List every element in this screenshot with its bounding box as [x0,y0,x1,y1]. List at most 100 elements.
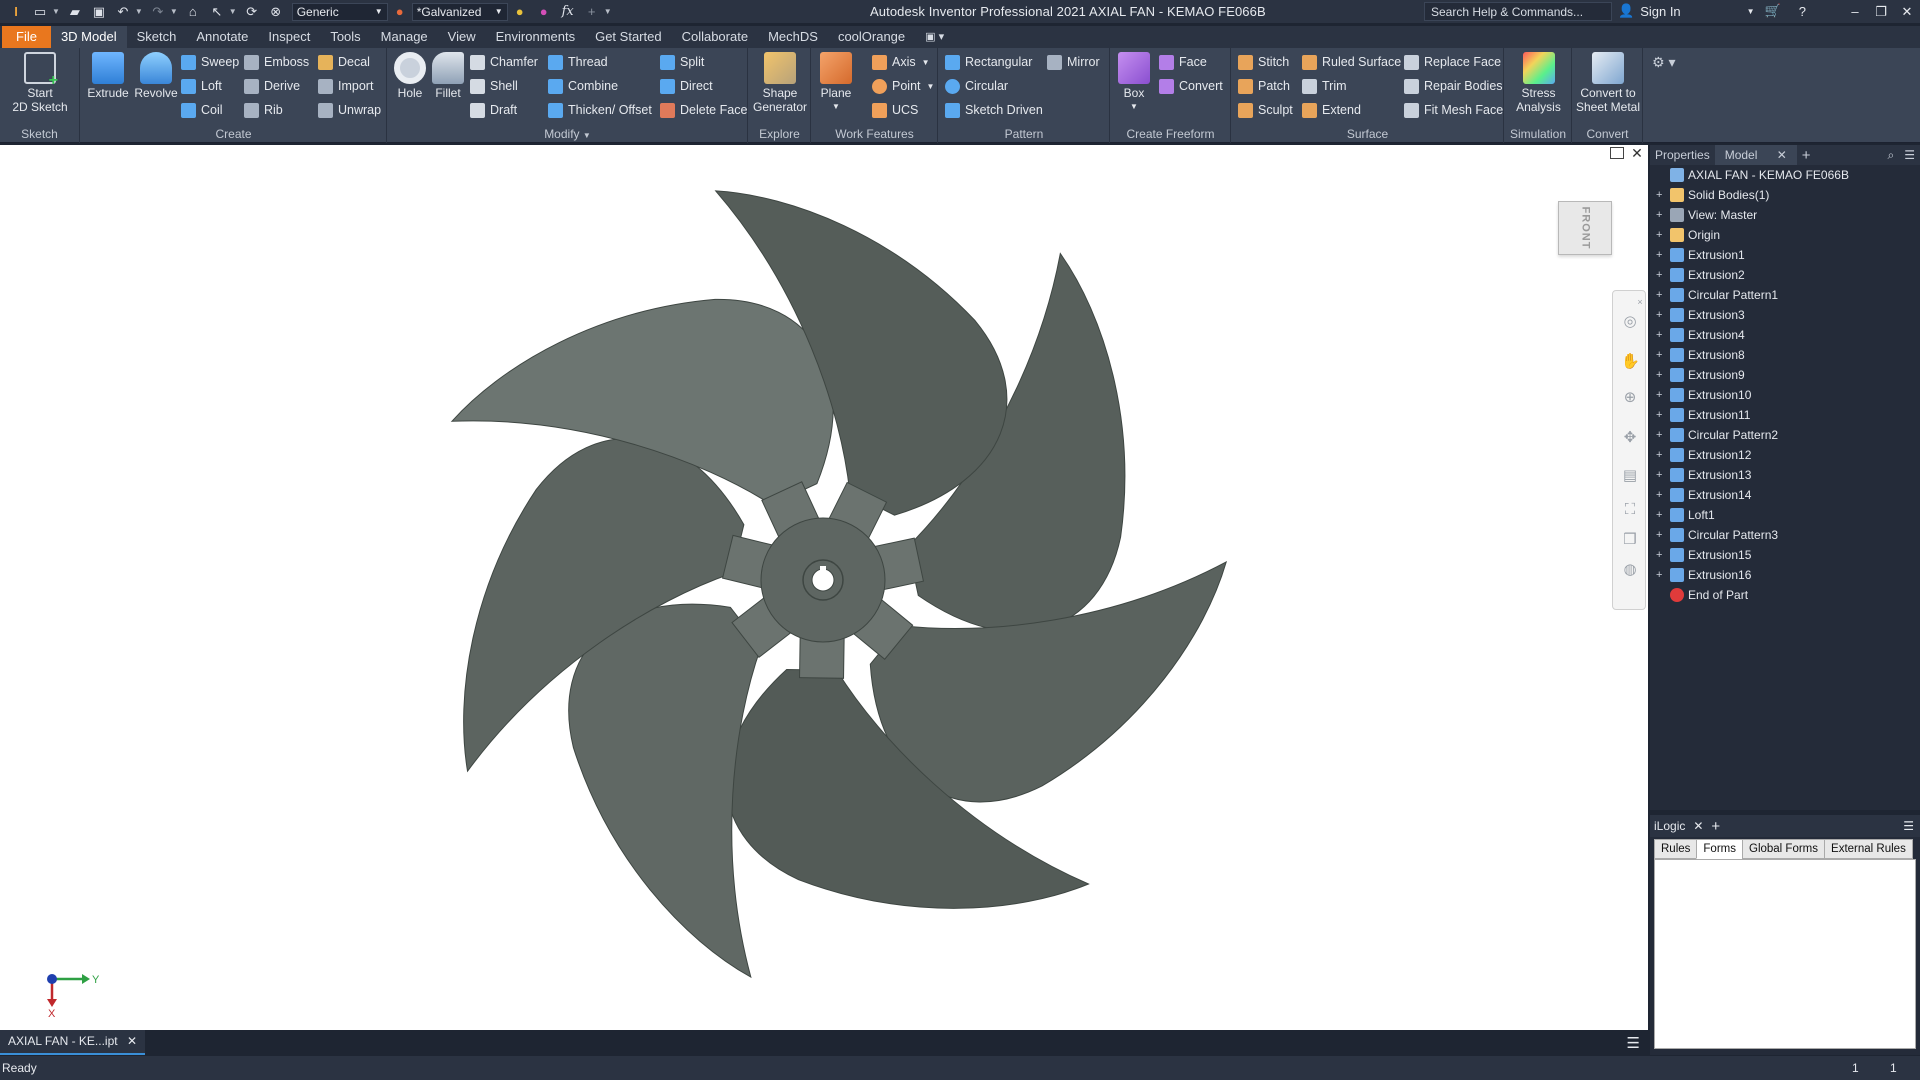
pan-icon[interactable]: ✋ [1621,353,1640,371]
help-icon[interactable]: ? [1799,4,1806,19]
stress-analysis-button[interactable]: Stress Analysis [1507,52,1570,114]
tree-item[interactable]: + Origin [1650,225,1920,245]
adjust-appearance-icon[interactable]: ● [511,3,529,21]
menu-icon[interactable]: ☰ [1899,148,1920,162]
ruled-surface-button[interactable]: Ruled Surface [1302,52,1401,72]
expand-icon[interactable]: + [1656,249,1666,261]
replace-face-button[interactable]: Replace Face [1404,52,1501,72]
expand-icon[interactable]: + [1656,229,1666,241]
home-icon[interactable]: ⌂ [184,3,202,21]
trim-button[interactable]: Trim [1302,76,1347,96]
emboss-button[interactable]: Emboss [244,52,309,72]
close-icon[interactable]: ✕ [1894,0,1920,23]
convert-freeform-button[interactable]: Convert [1159,76,1223,96]
chamfer-button[interactable]: Chamfer [470,52,538,72]
expand-icon[interactable]: + [1656,329,1666,341]
face-button[interactable]: Face [1159,52,1207,72]
undo-icon[interactable]: ↶ [114,3,132,21]
decal-button[interactable]: Decal [318,52,370,72]
select-dropdown-icon[interactable]: ▼ [229,7,237,16]
stitch-button[interactable]: Stitch [1238,52,1289,72]
add-icon[interactable]: + [583,3,601,21]
search-icon[interactable]: ⌕ [1883,148,1900,163]
style-combo[interactable]: Generic ▼ [291,2,388,21]
orbit-icon[interactable]: ✥ [1621,429,1639,447]
camera-icon[interactable]: ▣ ▾ [915,26,954,48]
expand-icon[interactable]: + [1656,489,1666,501]
axis-button[interactable]: Axis ▼ [872,52,930,72]
tab-inspect[interactable]: Inspect [258,26,320,48]
split-button[interactable]: Split [660,52,704,72]
graphics-viewport[interactable]: ✕ FRONT × ◎ ✋ ⊕ ✥ ▤ ⛶ ❒ ◍ Y X [0,145,1648,1030]
steering-wheel-icon[interactable]: ◎ [1621,313,1639,331]
tree-item[interactable]: + Circular Pattern1 [1650,285,1920,305]
rib-button[interactable]: Rib [244,100,283,120]
expand-icon[interactable]: + [1656,429,1666,441]
tab-external-rules[interactable]: External Rules [1824,839,1913,859]
tree-item[interactable]: + Circular Pattern3 [1650,525,1920,545]
expand-icon[interactable]: + [1656,189,1666,201]
tab-view[interactable]: View [438,26,486,48]
restore-icon[interactable]: ❐ [1868,0,1894,23]
tab-tools[interactable]: Tools [320,26,370,48]
tree-item[interactable]: End of Part [1650,585,1920,605]
thicken-offset-button[interactable]: Thicken/ Offset [548,100,652,120]
fan-model[interactable] [0,145,1648,1030]
document-tab[interactable]: AXIAL FAN - KE...ipt ✕ [0,1030,145,1055]
import-button[interactable]: Import [318,76,373,96]
expand-icon[interactable]: + [1656,469,1666,481]
viewcube[interactable]: FRONT [1558,201,1612,255]
open-folder-icon[interactable]: ▰ [66,3,84,21]
cart-icon[interactable]: 🛒 [1765,3,1781,19]
tab-annotate[interactable]: Annotate [186,26,258,48]
unwrap-button[interactable]: Unwrap [318,100,381,120]
expand-icon[interactable]: + [1656,369,1666,381]
tree-item[interactable]: AXIAL FAN - KEMAO FE066B [1650,165,1920,185]
expand-icon[interactable]: + [1656,269,1666,281]
expand-icon[interactable]: + [1656,569,1666,581]
mirror-button[interactable]: Mirror [1047,52,1100,72]
appearance-combo[interactable]: *Galvanized ▼ [411,2,508,21]
combine-button[interactable]: Combine [548,76,618,96]
full-navigation-icon[interactable]: ❒ [1621,531,1639,549]
ucs-button[interactable]: UCS [872,100,918,120]
select-tool-icon[interactable]: ↖ [208,3,226,21]
menu-icon[interactable]: ☰ [1903,819,1914,833]
sweep-button[interactable]: Sweep [181,52,239,72]
shape-generator-button[interactable]: Shape Generator [751,52,809,114]
new-file-icon[interactable]: ▭ [31,3,49,21]
close-viewport-icon[interactable]: ✕ [1628,145,1646,163]
close-icon[interactable]: ✕ [1772,148,1792,162]
tree-item[interactable]: + Extrusion3 [1650,305,1920,325]
look-at-icon[interactable]: ▤ [1621,467,1639,485]
tree-item[interactable]: + Extrusion12 [1650,445,1920,465]
tree-item[interactable]: + Loft1 [1650,505,1920,525]
redo-icon[interactable]: ↷ [149,3,167,21]
undo-dropdown-icon[interactable]: ▼ [135,7,143,16]
tab-sketch[interactable]: Sketch [127,26,187,48]
ilogic-content[interactable] [1654,859,1916,1049]
derive-button[interactable]: Derive [244,76,300,96]
sketch-driven-pattern-button[interactable]: Sketch Driven [945,100,1043,120]
tree-item[interactable]: + Extrusion9 [1650,365,1920,385]
extrude-button[interactable]: Extrude [85,52,131,100]
add-tab-icon[interactable]: + [1797,147,1816,164]
tab-mechds[interactable]: MechDS [758,26,828,48]
tab-3d-model[interactable]: 3D Model [50,26,127,48]
repair-bodies-button[interactable]: Repair Bodies [1404,76,1503,96]
thread-button[interactable]: Thread [548,52,608,72]
tree-item[interactable]: + Extrusion15 [1650,545,1920,565]
clear-override-icon[interactable]: ⊗ [267,3,285,21]
inventor-logo-icon[interactable]: I [7,3,25,21]
expand-icon[interactable]: + [1656,549,1666,561]
patch-button[interactable]: Patch [1238,76,1290,96]
search-input[interactable]: Search Help & Commands... [1424,2,1612,21]
tab-file[interactable]: File [2,26,51,48]
tree-item[interactable]: + Extrusion14 [1650,485,1920,505]
redo-dropdown-icon[interactable]: ▼ [170,7,178,16]
convert-to-sheet-metal-button[interactable]: Convert to Sheet Metal [1575,52,1641,114]
close-icon[interactable]: ✕ [127,1034,137,1048]
zoom-icon[interactable]: ⊕ [1621,389,1639,407]
tree-item[interactable]: + Solid Bodies(1) [1650,185,1920,205]
expand-icon[interactable]: + [1656,449,1666,461]
